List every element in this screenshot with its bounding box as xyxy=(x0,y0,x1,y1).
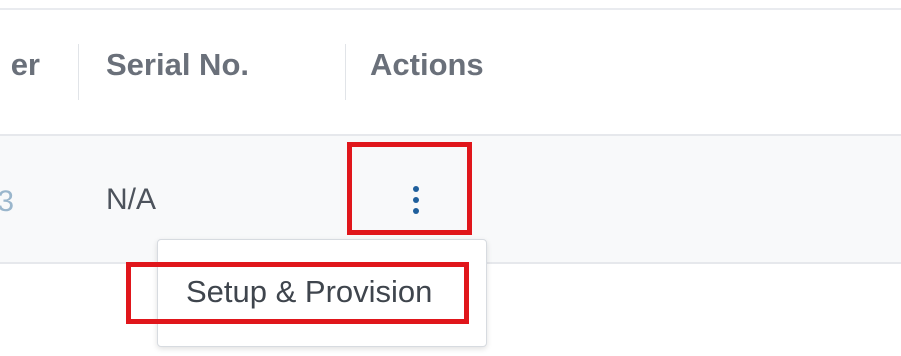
column-header-actions[interactable]: Actions xyxy=(370,47,484,83)
table-cell-manufacturer: 3 xyxy=(0,185,14,221)
column-separator xyxy=(345,44,346,100)
column-header-manufacturer[interactable]: er xyxy=(0,47,40,91)
table-cell-serial-no: N/A xyxy=(106,183,157,216)
highlight-box-setup-provision xyxy=(126,262,469,324)
table-cell-manufacturer-text: 3 xyxy=(0,185,14,218)
column-separator xyxy=(78,44,79,100)
highlight-box-actions xyxy=(347,142,472,235)
device-table-view: er Serial No. Actions 3 N/A Setup & Prov… xyxy=(0,0,901,356)
column-header-manufacturer-label: er xyxy=(10,47,40,82)
column-header-serial-no[interactable]: Serial No. xyxy=(106,47,249,83)
